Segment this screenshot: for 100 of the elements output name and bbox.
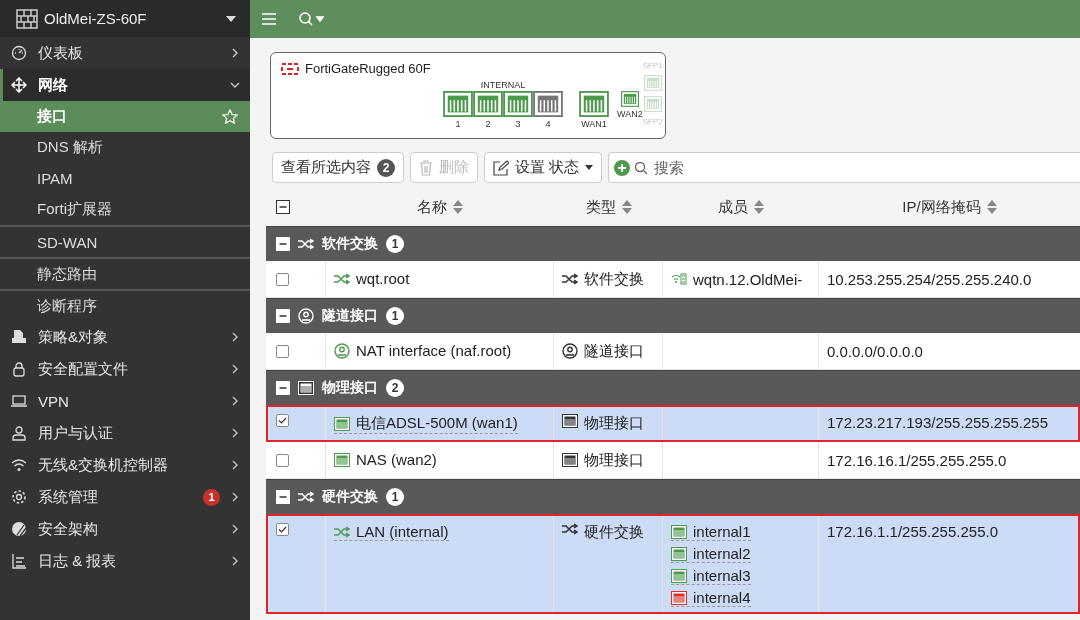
- checkbox[interactable]: [276, 344, 289, 358]
- count-badge: 1: [386, 235, 404, 253]
- table-cell: 硬件交换: [584, 523, 644, 542]
- caret-icon: [226, 15, 236, 22]
- chevron-right-icon: [230, 428, 240, 438]
- table-cell: 10.253.255.254/255.255.240.0: [827, 270, 1032, 288]
- table-cell: 0.0.0.0/0.0.0.0: [827, 342, 923, 360]
- column-header[interactable]: IP/网络掩码: [819, 188, 1080, 226]
- table-cell: 隧道接口: [584, 341, 644, 361]
- collapse-icon[interactable]: [276, 200, 290, 214]
- search-icon: [634, 160, 649, 175]
- interface-link[interactable]: LAN (internal): [334, 523, 449, 541]
- edit-icon: [493, 159, 509, 176]
- shuffle-icon: [562, 523, 578, 535]
- notification-badge: 1: [203, 488, 220, 506]
- port-label: 1: [455, 119, 461, 129]
- laptop-icon: [11, 393, 27, 409]
- chevron-right-icon: [230, 396, 240, 406]
- count-badge: 2: [377, 158, 395, 177]
- device-model: FortiGateRugged 60F: [305, 61, 431, 76]
- checked-checkbox[interactable]: [276, 414, 289, 427]
- star-icon[interactable]: [222, 108, 238, 125]
- interface-link[interactable]: wqt.root: [334, 270, 410, 288]
- shuffle-icon: [334, 272, 350, 285]
- settings-icon: [11, 489, 27, 505]
- sidebar-subitem[interactable]: 接口: [0, 101, 250, 132]
- person-circle-icon: [562, 343, 578, 359]
- sidebar-item[interactable]: 日志 & 报表: [0, 545, 250, 577]
- member-link[interactable]: wqtn.12.OldMei-: [671, 270, 803, 288]
- member-link[interactable]: internal2: [671, 545, 751, 563]
- port-group-label: INTERNAL: [479, 80, 527, 90]
- menu-icon[interactable]: [262, 13, 276, 25]
- wifi-icon: [11, 457, 27, 473]
- chevron-right-icon: [230, 48, 240, 58]
- set-status-button[interactable]: 设置 状态: [484, 152, 603, 183]
- chevron-right-icon: [230, 460, 240, 470]
- interface-link[interactable]: 电信ADSL-500M (wan1): [334, 414, 518, 434]
- group-label: 物理接口: [322, 379, 378, 397]
- sort-icon: [621, 200, 632, 214]
- sidebar-item[interactable]: 安全配置文件: [0, 353, 250, 385]
- device-name: OldMei-ZS-60F: [44, 10, 148, 27]
- interface-link[interactable]: NAT interface (naf.root): [334, 342, 512, 360]
- count-badge: 1: [386, 307, 404, 325]
- sidebar-subitem[interactable]: DNS 解析: [0, 132, 250, 163]
- table-cell: 172.23.217.193/255.255.255.255: [827, 414, 1049, 431]
- table-cell: 物理接口: [584, 414, 644, 433]
- table-cell: 172.16.16.1/255.255.255.0: [827, 451, 1007, 469]
- table-cell: 172.16.1.1/255.255.255.0: [827, 523, 998, 540]
- chevron-right-icon: [230, 364, 240, 374]
- group-label: 硬件交换: [322, 488, 378, 506]
- striped-circle-icon: [11, 521, 27, 537]
- member-link[interactable]: internal3: [671, 567, 751, 585]
- count-badge: 1: [386, 488, 404, 506]
- sidebar-item[interactable]: 系统管理 1: [0, 481, 250, 513]
- sidebar-item[interactable]: 无线&交换机控制器: [0, 449, 250, 481]
- search-input[interactable]: 搜索: [652, 158, 1080, 177]
- group-label: 软件交换: [322, 235, 378, 253]
- member-link[interactable]: internal1: [671, 523, 751, 541]
- column-header[interactable]: 成员: [663, 188, 819, 226]
- grid-logo-icon: [281, 62, 299, 75]
- person-circle-icon: [298, 308, 314, 324]
- chevron-right-icon: [230, 332, 240, 342]
- sidebar-item[interactable]: 用户与认证: [0, 417, 250, 449]
- user-icon: [11, 425, 27, 441]
- table-cell: 软件交换: [584, 269, 644, 289]
- port-icon: [562, 453, 578, 467]
- checkbox[interactable]: [276, 453, 289, 467]
- port-icon: [562, 414, 578, 428]
- shuffle-icon: [334, 525, 350, 538]
- search-field[interactable]: 搜索: [608, 152, 1080, 183]
- port-icon: [334, 416, 350, 431]
- checkbox[interactable]: [276, 272, 289, 286]
- sidebar-subitem[interactable]: Forti扩展器: [0, 194, 250, 225]
- sidebar-item[interactable]: 仪表板: [0, 37, 250, 69]
- sidebar-item[interactable]: 策略&对象: [0, 321, 250, 353]
- member-link[interactable]: internal4: [671, 589, 751, 607]
- sidebar-item[interactable]: 网络: [0, 69, 250, 101]
- shuffle-icon: [298, 491, 314, 503]
- search-icon[interactable]: [298, 11, 324, 27]
- sidebar-item[interactable]: 安全架构: [0, 513, 250, 545]
- chevron-down-icon: [230, 80, 240, 90]
- port-label: 2: [485, 119, 491, 129]
- sidebar-subitem[interactable]: IPAM: [0, 163, 250, 194]
- view-selected-button[interactable]: 查看所选内容 2: [272, 152, 404, 183]
- move-arrows-icon: [11, 77, 27, 93]
- sort-icon: [754, 200, 764, 214]
- port-icon: [298, 381, 314, 395]
- shuffle-icon: [562, 273, 578, 285]
- column-header[interactable]: 名称: [326, 188, 554, 226]
- column-header[interactable]: 类型: [554, 188, 663, 226]
- count-badge: 2: [386, 379, 404, 397]
- sidebar-item[interactable]: VPN: [0, 385, 250, 417]
- device-selector[interactable]: OldMei-ZS-60F: [0, 0, 250, 37]
- interface-link[interactable]: NAS (wan2): [334, 451, 437, 469]
- add-filter-icon: [614, 159, 631, 176]
- dashboard-icon: [11, 45, 27, 61]
- port-label: WAN1: [581, 119, 607, 129]
- caret-icon: [585, 165, 594, 170]
- chevron-right-icon: [230, 492, 240, 502]
- checked-checkbox[interactable]: [276, 523, 289, 536]
